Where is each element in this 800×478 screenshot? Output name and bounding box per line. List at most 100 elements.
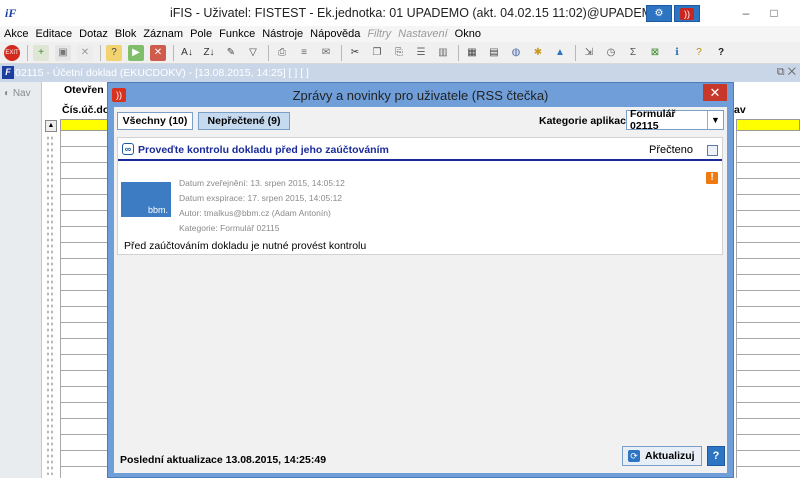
grid-rows-right[interactable]: [736, 131, 800, 478]
news-item: ∞ Proveďte kontrolu dokladu před jeho za…: [117, 137, 723, 255]
category-label: Kategorie aplikace: [539, 115, 632, 127]
news-item-header: ∞ Proveďte kontrolu dokladu před jeho za…: [118, 138, 722, 161]
menu-dotaz[interactable]: Dotaz: [79, 28, 108, 40]
settings-button[interactable]: ⚙: [646, 5, 672, 22]
wrench-icon[interactable]: ✎: [223, 45, 239, 61]
tab-unread[interactable]: Nepřečtené (9): [198, 112, 290, 130]
news-category: Kategorie: Formulář 02115: [179, 223, 280, 233]
maximize-button[interactable]: □: [760, 4, 788, 22]
news-expiry-date: Datum exspirace: 17. srpen 2015, 14:05:1…: [179, 193, 343, 203]
cut-icon[interactable]: ✂: [347, 45, 363, 61]
form-section-header: Otevřen: [64, 84, 104, 96]
export-icon[interactable]: ⇲: [581, 45, 597, 61]
app-logo-icon: iF: [5, 6, 17, 20]
globe-icon[interactable]: ◍: [508, 45, 524, 61]
menu-blok[interactable]: Blok: [115, 28, 136, 40]
menu-funkce[interactable]: Funkce: [219, 28, 255, 40]
current-row-highlight-right[interactable]: [736, 119, 800, 131]
help-button[interactable]: ?: [707, 446, 725, 466]
mdi-window-titlebar: F 02115 - Účetní doklad (EKUCDOKV) - [13…: [0, 64, 800, 82]
link-icon[interactable]: ∞: [122, 143, 134, 155]
column-header-document: Čís.úč.do: [62, 104, 110, 116]
rss-icon: )): [112, 88, 126, 102]
menu-bar: Akce Editace Dotaz Blok Záznam Pole Funk…: [0, 26, 800, 42]
toolbar-separator: [575, 44, 576, 61]
rss-reader-button[interactable]: )): [674, 5, 700, 22]
news-author: Autor: tmalkus@bbm.cz (Adam Antonín): [179, 208, 331, 218]
execute-query-icon[interactable]: ▶: [128, 44, 144, 61]
chevron-down-icon[interactable]: ▼: [707, 111, 723, 129]
help-search-icon[interactable]: ?: [691, 45, 707, 61]
menu-okno[interactable]: Okno: [455, 28, 481, 40]
current-row-highlight[interactable]: [60, 119, 110, 131]
refresh-button-label: Aktualizuj: [645, 450, 695, 462]
menu-pole[interactable]: Pole: [190, 28, 212, 40]
toolbar-separator: [341, 44, 342, 61]
category-select[interactable]: Formulář 02115 ▼: [626, 108, 724, 132]
list-icon[interactable]: ☰: [413, 45, 429, 61]
menu-nastroje[interactable]: Nástroje: [262, 28, 303, 40]
cancel-icon[interactable]: ✕: [77, 44, 93, 61]
minimize-icon: –: [742, 6, 750, 20]
toolbar-separator: [268, 44, 269, 61]
toolbar: EXIT + ▣ ✕ ? ▶ ✕ A↓ Z↓ ✎ ▽ ⎙ ≡ ✉ ✂ ❐ ⎘ ☰…: [0, 42, 800, 64]
refresh-button[interactable]: ⟳ Aktualizuj: [622, 446, 702, 466]
network-icon[interactable]: ✱: [530, 45, 546, 61]
cancel-query-icon[interactable]: ✕: [150, 44, 166, 61]
mail-icon[interactable]: ✉: [318, 45, 334, 61]
thumbnail-logo-text: bbm.: [147, 205, 168, 215]
menu-napoveda[interactable]: Nápověda: [310, 28, 360, 40]
warning-triangle-icon[interactable]: ▲: [552, 45, 568, 61]
gear-icon: ⚙: [654, 8, 664, 19]
navigator-label: Nav: [12, 88, 31, 99]
sort-asc-icon[interactable]: A↓: [179, 45, 195, 61]
menu-zaznam[interactable]: Záznam: [143, 28, 183, 40]
attach-icon[interactable]: ≡: [296, 45, 312, 61]
grid-scroll-up-button[interactable]: ▲: [45, 120, 57, 132]
window-title: iFIS - Uživatel: FISTEST - Ek.jednotka: …: [170, 6, 662, 20]
rss-icon: )): [680, 7, 694, 20]
columns-icon[interactable]: ▥: [435, 45, 451, 61]
navigator-tab[interactable]: ◐ Nav: [4, 88, 41, 99]
exit-icon[interactable]: EXIT: [4, 44, 20, 61]
menu-akce[interactable]: Akce: [4, 28, 28, 40]
print-icon[interactable]: ⎙: [274, 45, 290, 61]
grid-rows[interactable]: [60, 131, 110, 478]
toolbar-separator: [458, 44, 459, 61]
news-title-link[interactable]: Proveďte kontrolu dokladu před jeho zaúč…: [138, 144, 389, 156]
help-icon[interactable]: ?: [713, 45, 729, 61]
filter-icon[interactable]: ▽: [245, 45, 261, 61]
menu-nastaveni: Nastavení: [398, 28, 448, 40]
sort-desc-icon[interactable]: Z↓: [201, 45, 217, 61]
toolbar-separator: [173, 44, 174, 61]
read-label: Přečteno: [649, 144, 694, 156]
query-icon[interactable]: ?: [106, 44, 122, 61]
sum-icon[interactable]: Σ: [625, 45, 641, 61]
document-icon[interactable]: ▤: [486, 45, 502, 61]
menu-editace[interactable]: Editace: [35, 28, 72, 40]
mdi-window-controls[interactable]: ⧉ ✕: [777, 66, 796, 79]
nav-icon: ◐: [4, 88, 11, 99]
dialog-title: Zprávy a novinky pro uživatele (RSS čteč…: [292, 87, 549, 103]
close-button[interactable]: ✕: [703, 84, 727, 101]
important-warning-icon: !: [706, 172, 718, 184]
maximize-icon: □: [770, 6, 778, 20]
record-indicator-column: [46, 135, 54, 475]
tab-all[interactable]: Všechny (10): [117, 112, 193, 130]
clock-icon[interactable]: ◷: [603, 45, 619, 61]
save-icon[interactable]: ▣: [55, 44, 71, 61]
minimize-button[interactable]: –: [732, 4, 760, 22]
excel-icon[interactable]: ⊠: [647, 45, 663, 61]
info-icon[interactable]: ℹ: [669, 45, 685, 61]
mdi-window-title: 02115 - Účetní doklad (EKUCDOKV) - [13.0…: [15, 67, 309, 79]
new-record-icon[interactable]: +: [33, 44, 49, 61]
calculator-icon[interactable]: ▦: [464, 45, 480, 61]
read-checkbox[interactable]: [707, 145, 718, 156]
category-select-value: Formulář 02115: [630, 108, 676, 132]
toolbar-separator: [27, 44, 28, 61]
refresh-icon: ⟳: [628, 450, 640, 462]
column-header-right: av: [734, 104, 746, 116]
dialog-titlebar: )) Zprávy a novinky pro uživatele (RSS č…: [108, 83, 733, 107]
copy-icon[interactable]: ❐: [369, 45, 385, 61]
paste-icon[interactable]: ⎘: [391, 45, 407, 61]
